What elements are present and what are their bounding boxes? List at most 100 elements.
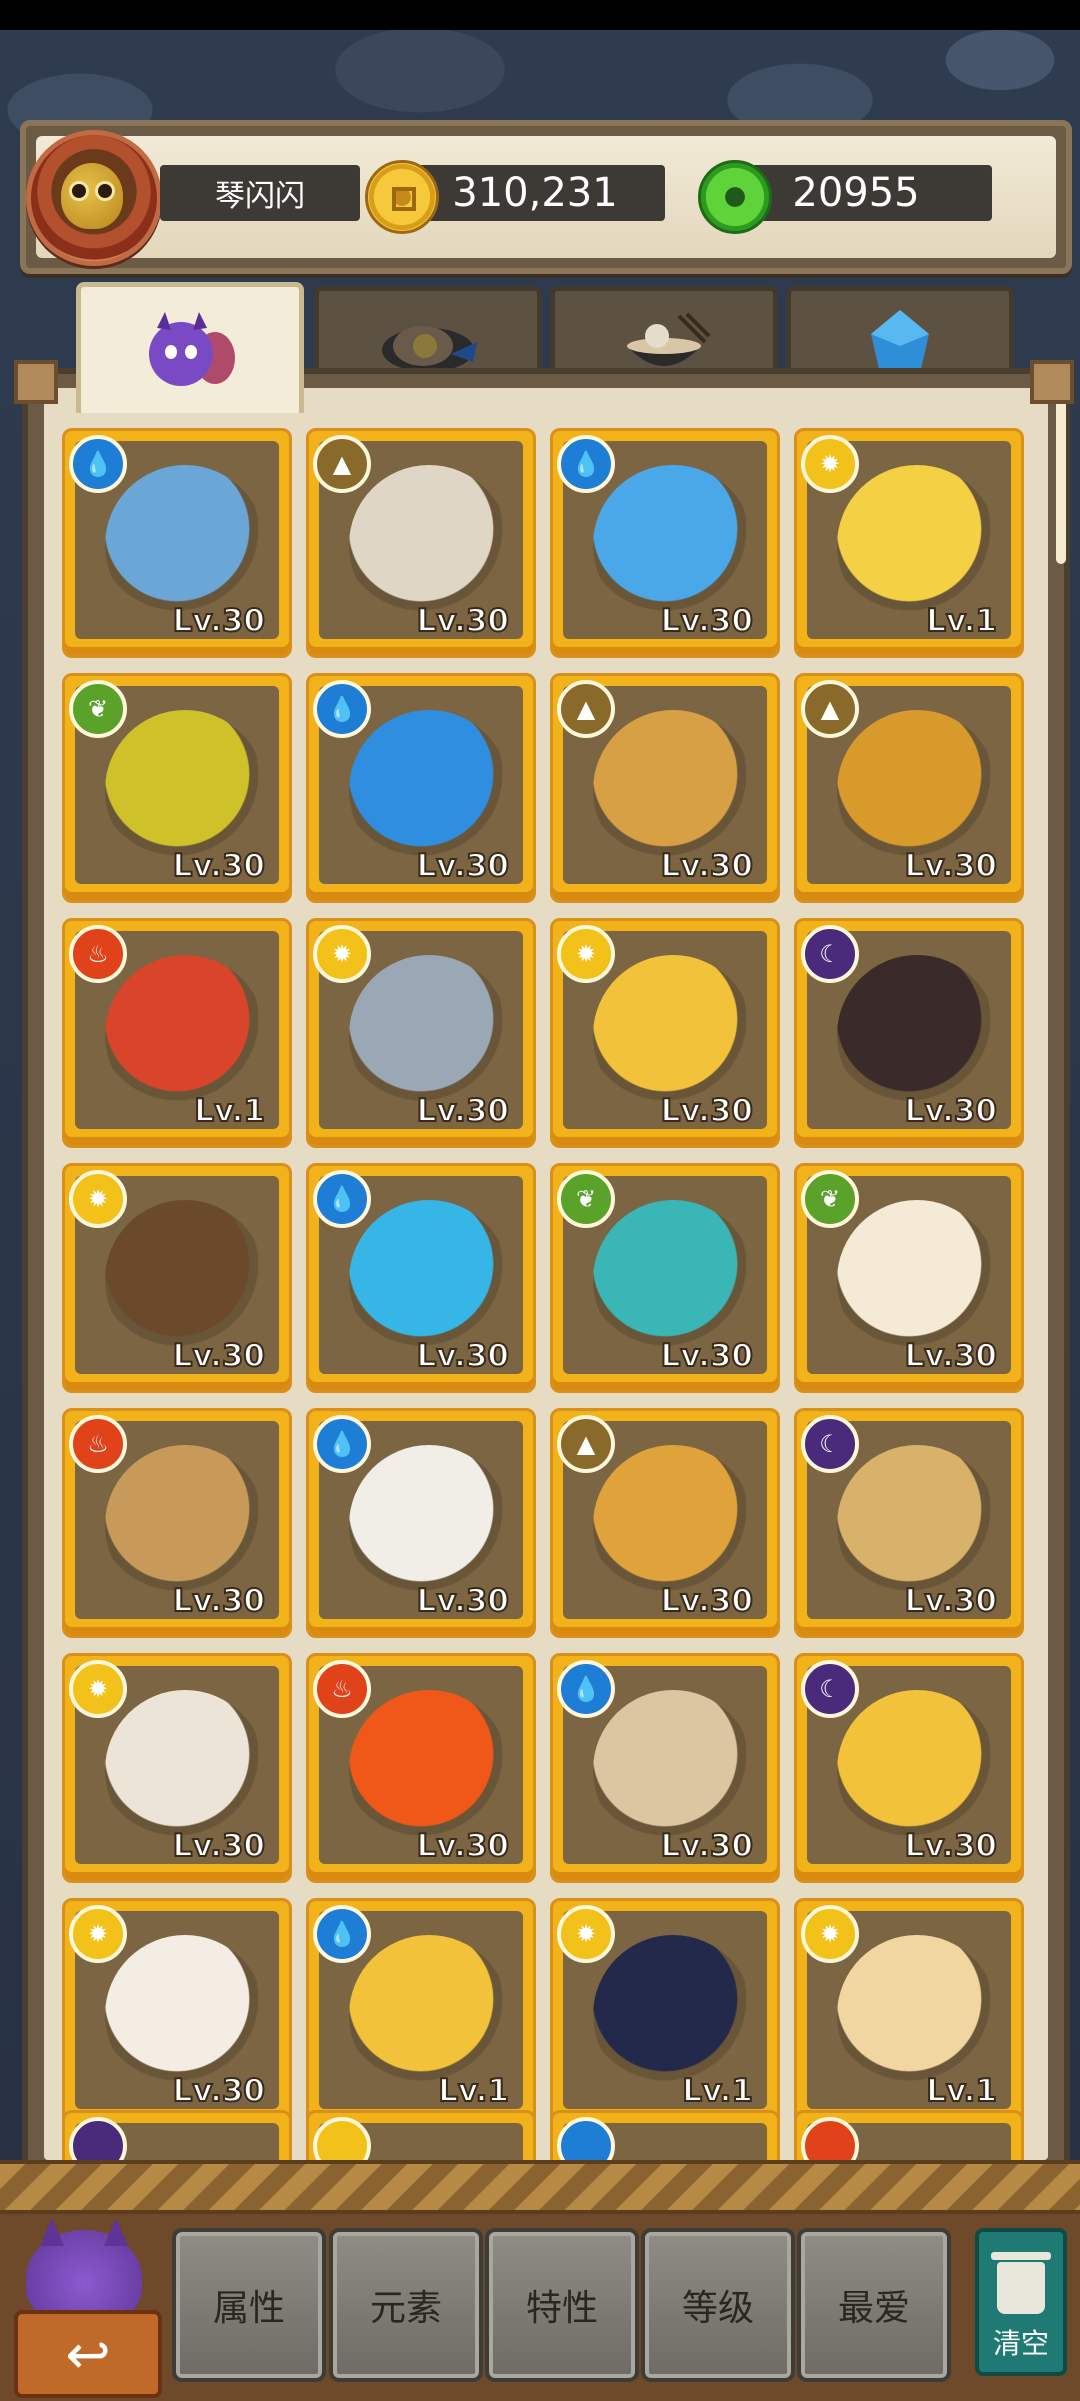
creature-portrait: [349, 1935, 509, 2095]
creature-portrait: [837, 1200, 997, 1360]
astronaut-bubble-card[interactable]: ✹ Lv.30: [306, 918, 536, 1148]
level-label: Lv.30: [660, 1582, 754, 1620]
level-label: Lv.30: [660, 1337, 754, 1375]
level-label: Lv.1: [193, 1092, 266, 1130]
creature-portrait: [593, 955, 753, 1115]
level-label: Lv.30: [172, 1582, 266, 1620]
water-element-icon: 💧: [69, 435, 127, 493]
fire-element-icon: ♨: [69, 925, 127, 983]
partially-visible-card[interactable]: [550, 2110, 780, 2162]
level-label: Lv.30: [416, 847, 510, 885]
light-element-icon: ✹: [801, 1905, 859, 1963]
creature-portrait: [593, 710, 753, 870]
red-drum-pig-card[interactable]: ♨ Lv.1: [62, 918, 292, 1148]
partially-visible-card[interactable]: [794, 2110, 1024, 2162]
panel-corner-ornament: [14, 360, 58, 404]
clear-label: 清空: [992, 2327, 1049, 2360]
golden-armored-warrior-card[interactable]: ▲ Lv.30: [306, 428, 536, 658]
dark-element-icon: ☾: [801, 1660, 859, 1718]
player-avatar[interactable]: [26, 130, 162, 266]
aquarius-star-card[interactable]: 💧 Lv.30: [306, 1163, 536, 1393]
rope-divider: [0, 2160, 1080, 2214]
golden-monkey-charm-card[interactable]: ▲ Lv.30: [794, 673, 1024, 903]
level-label: Lv.1: [681, 2072, 754, 2110]
chess-piece-card[interactable]: ✹ Lv.1: [794, 1898, 1024, 2128]
nature-element-icon: ❦: [69, 680, 127, 738]
level-label: Lv.1: [925, 2072, 998, 2110]
archer-boy-card[interactable]: ✹ Lv.30: [62, 1163, 292, 1393]
golden-bow-card[interactable]: ❦ Lv.30: [62, 673, 292, 903]
creature-portrait: [837, 1690, 997, 1850]
fan-chick-card[interactable]: 💧 Lv.1: [306, 1898, 536, 2128]
gold-ingot-ox-card[interactable]: ✹ Lv.30: [550, 918, 780, 1148]
creature-portrait: [837, 465, 997, 625]
collection-grid: 💧 Lv.30 ▲ Lv.30 💧 Lv.30 ✹ Lv.1 ❦ Lv.30 💧 Lv.30 ▲ Lv.3…: [62, 428, 1042, 2128]
coin-icon: [365, 160, 439, 234]
fire-spirit-card[interactable]: ♨ Lv.30: [306, 1653, 536, 1883]
earth-element-icon: ▲: [557, 1415, 615, 1473]
water-orb-card[interactable]: 💧 Lv.30: [306, 673, 536, 903]
partially-visible-card[interactable]: [306, 2110, 536, 2162]
blue-axolotl-card[interactable]: 💧 Lv.30: [550, 428, 780, 658]
masked-swordsman-card[interactable]: 💧 Lv.30: [62, 428, 292, 658]
water-element-icon: 💧: [313, 1415, 371, 1473]
level-label: Lv.30: [416, 1092, 510, 1130]
creature-portrait: [349, 1690, 509, 1850]
birthday-princess-card[interactable]: ☾ Lv.30: [794, 918, 1024, 1148]
back-button[interactable]: ↩: [14, 2218, 162, 2398]
level-label: Lv.30: [172, 1827, 266, 1865]
creature-portrait: [593, 465, 753, 625]
level-label: Lv.30: [172, 847, 266, 885]
dark-element-icon: ☾: [801, 1415, 859, 1473]
creature-portrait: [105, 1690, 265, 1850]
yellow-bird-sword-card[interactable]: ☾ Lv.30: [794, 1653, 1024, 1883]
candle-ghost-card[interactable]: ✹ Lv.30: [62, 1898, 292, 2128]
status-bar: [0, 0, 1080, 30]
filter-element-button[interactable]: 元素: [329, 2228, 483, 2382]
cake-bear-card[interactable]: ♨ Lv.30: [62, 1408, 292, 1638]
moon-cow-card[interactable]: ✹ Lv.1: [550, 1898, 780, 2128]
teal-bubble-fish-card[interactable]: ❦ Lv.30: [550, 1163, 780, 1393]
nature-element-icon: ❦: [801, 1170, 859, 1228]
water-element-icon: 💧: [557, 1660, 615, 1718]
level-label: Lv.30: [904, 1337, 998, 1375]
clear-button[interactable]: 清空: [975, 2228, 1067, 2376]
avatar-face-icon: [61, 163, 123, 229]
filter-attribute-button[interactable]: 属性: [172, 2228, 326, 2382]
level-label: Lv.30: [660, 1827, 754, 1865]
water-element-icon: 💧: [557, 435, 615, 493]
creature-portrait: [837, 1445, 997, 1605]
level-label: Lv.1: [925, 602, 998, 640]
creature-portrait: [593, 1200, 753, 1360]
scholar-scroll-card[interactable]: ☾ Lv.30: [794, 1408, 1024, 1638]
leo-star-card[interactable]: ▲ Lv.30: [550, 673, 780, 903]
light-element-icon: ✹: [69, 1660, 127, 1718]
box-mouse-card[interactable]: ✹ Lv.30: [62, 1653, 292, 1883]
filter-trait-button[interactable]: 特性: [485, 2228, 639, 2382]
jade-gem-icon: [698, 160, 772, 234]
creature-portrait: [837, 955, 997, 1115]
level-label: Lv.30: [904, 1827, 998, 1865]
nature-element-icon: ❦: [557, 1170, 615, 1228]
tab-monsters[interactable]: [76, 282, 304, 413]
santa-hat-blob-card[interactable]: ❦ Lv.30: [794, 1163, 1024, 1393]
filter-favorite-button[interactable]: 最爱: [797, 2228, 951, 2382]
creature-portrait: [837, 1935, 997, 2095]
light-element-icon: ✹: [69, 1170, 127, 1228]
filter-level-button[interactable]: 等级: [641, 2228, 795, 2382]
antler-bunny-card[interactable]: 💧 Lv.30: [306, 1408, 536, 1638]
capricorn-star-card[interactable]: ✹ Lv.1: [794, 428, 1024, 658]
earth-element-icon: ▲: [557, 680, 615, 738]
level-label: Lv.30: [660, 602, 754, 640]
trash-icon: [991, 2252, 1051, 2314]
sprout-sprite-card[interactable]: 💧 Lv.30: [550, 1653, 780, 1883]
ginkgo-branch-card[interactable]: ▲ Lv.30: [550, 1408, 780, 1638]
collection-scrollbar[interactable]: [1056, 394, 1066, 564]
light-element-icon: ✹: [801, 435, 859, 493]
water-element-icon: 💧: [313, 1905, 371, 1963]
partially-visible-card[interactable]: [62, 2110, 292, 2162]
level-label: Lv.30: [416, 1582, 510, 1620]
level-label: Lv.30: [416, 602, 510, 640]
level-label: Lv.30: [172, 1337, 266, 1375]
earth-element-icon: ▲: [801, 680, 859, 738]
